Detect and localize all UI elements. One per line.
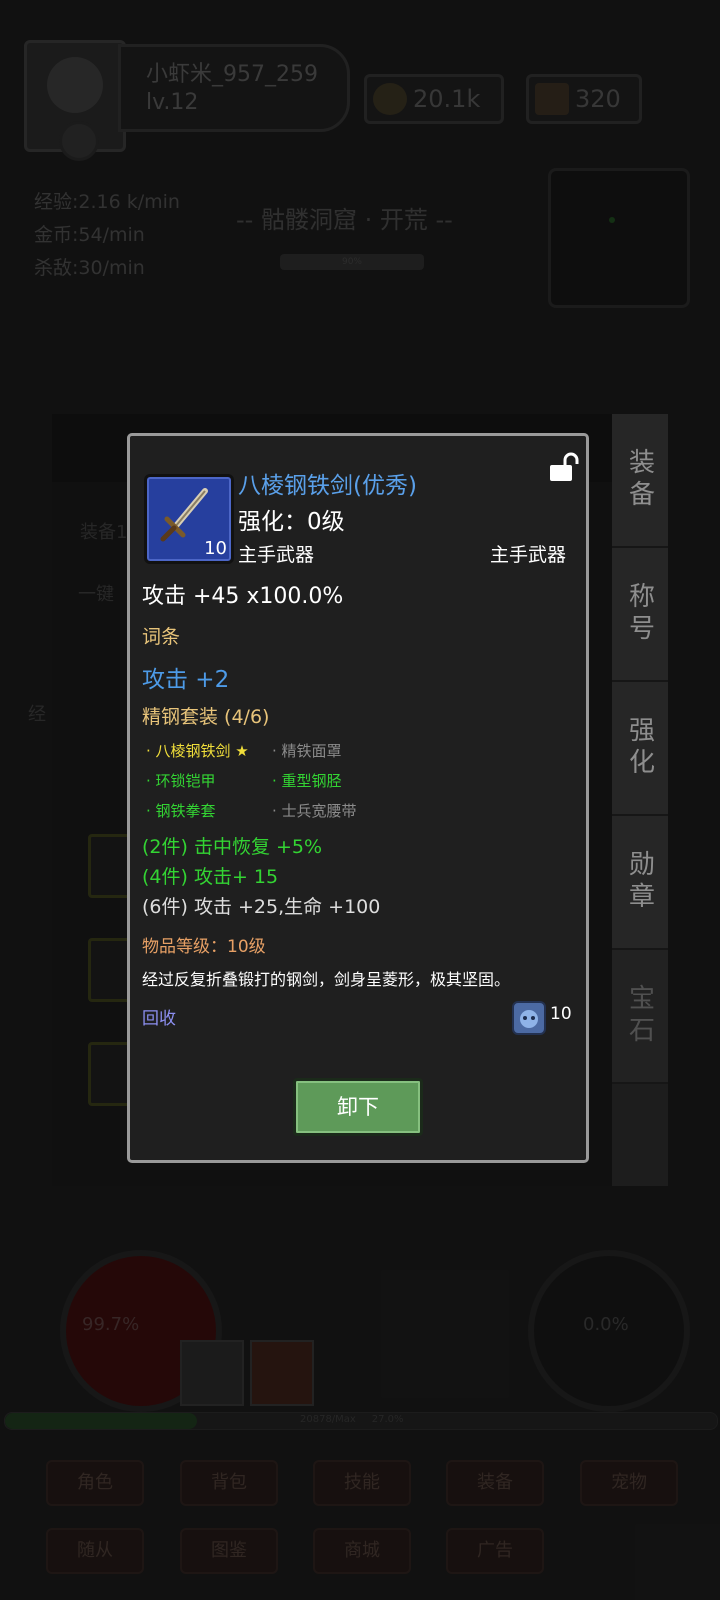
base-attack: 攻击 +45 x100.0% bbox=[142, 584, 344, 609]
item-slot-type-right: 主手武器 bbox=[490, 544, 567, 566]
set-piece: · 士兵宽腰带 bbox=[272, 802, 357, 820]
set-bonus-4: (4件) 攻击+ 15 bbox=[142, 866, 279, 888]
item-slot-type: 主手武器 bbox=[238, 544, 315, 566]
item-level: 物品等级：10级 bbox=[142, 937, 266, 957]
item-count: 10 bbox=[204, 538, 227, 559]
enhance-level: 强化：0级 bbox=[238, 509, 345, 535]
recycle-button[interactable]: 回收 bbox=[142, 1004, 176, 1029]
set-title: 精钢套装 (4/6) bbox=[142, 706, 270, 728]
set-piece: · 八棱钢铁剑 ★ bbox=[146, 742, 249, 760]
item-description: 经过反复折叠锻打的钢剑，剑身呈菱形，极其坚固。 bbox=[142, 970, 511, 989]
set-piece: · 精铁面罩 bbox=[272, 742, 342, 760]
set-piece: · 重型钢胫 bbox=[272, 772, 342, 790]
unequip-button[interactable]: 卸下 bbox=[293, 1078, 423, 1136]
affix-attack: 攻击 +2 bbox=[142, 667, 230, 693]
unlock-icon[interactable] bbox=[548, 452, 580, 482]
tab-equipment[interactable]: 装备 bbox=[612, 414, 668, 548]
set-bonus-2: (2件) 击中恢复 +5% bbox=[142, 836, 323, 858]
affix-title: 词条 bbox=[142, 626, 181, 648]
item-icon: 10 bbox=[144, 474, 234, 564]
set-piece: · 钢铁拳套 bbox=[146, 802, 216, 820]
tab-title[interactable]: 称号 bbox=[612, 548, 668, 682]
recycle-currency-icon bbox=[512, 1001, 546, 1035]
tab-medal[interactable]: 勋章 bbox=[612, 816, 668, 950]
item-name: 八棱钢铁剑(优秀) bbox=[238, 473, 417, 499]
set-bonus-6: (6件) 攻击 +25,生命 +100 bbox=[142, 896, 381, 918]
tab-gem[interactable]: 宝石 bbox=[612, 950, 668, 1084]
tab-enhance[interactable]: 强化 bbox=[612, 682, 668, 816]
recycle-value: 10 bbox=[550, 1004, 572, 1024]
set-piece: · 环锁铠甲 bbox=[146, 772, 216, 790]
